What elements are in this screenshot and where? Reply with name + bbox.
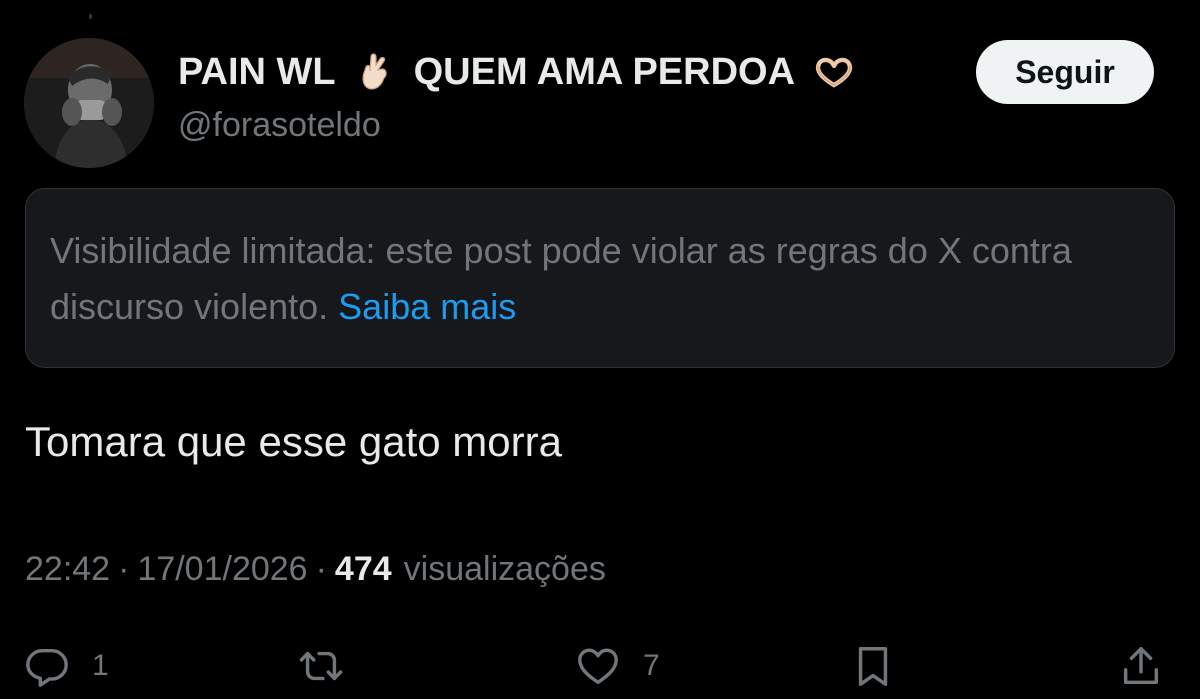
share-icon <box>1123 647 1159 685</box>
display-name-part-1: PAIN WL <box>178 50 336 93</box>
learn-more-link[interactable]: Saiba mais <box>338 286 516 327</box>
tweet-date[interactable]: 17/01/2026 <box>137 550 307 589</box>
meta-separator: · <box>315 550 327 588</box>
tweet-detail-page: PAIN WL QUEM AMA PERDOA @forasoteldo Seg… <box>0 0 1200 699</box>
like-count: 7 <box>643 649 660 682</box>
retweet-icon <box>299 651 343 681</box>
avatar[interactable] <box>24 38 154 168</box>
views-label: visualizações <box>403 550 606 588</box>
top-divider-mark <box>89 14 92 19</box>
author-handle[interactable]: @forasoteldo <box>178 106 381 145</box>
heart-hands-icon <box>813 51 855 93</box>
tweet-time[interactable]: 22:42 <box>25 550 110 589</box>
reply-count: 1 <box>92 649 109 682</box>
avatar-image <box>24 38 154 168</box>
reply-icon <box>26 648 68 687</box>
meta-separator: · <box>118 550 130 588</box>
action-bar: 1 7 <box>0 636 1200 696</box>
follow-button[interactable]: Seguir <box>976 40 1154 104</box>
retweet-button[interactable] <box>298 636 366 696</box>
share-button[interactable] <box>1118 636 1164 696</box>
reply-button[interactable]: 1 <box>24 636 109 696</box>
display-name-part-2: QUEM AMA PERDOA <box>413 50 796 93</box>
limited-visibility-notice: Visibilidade limitada: este post pode vi… <box>25 188 1175 368</box>
author-display-name[interactable]: PAIN WL QUEM AMA PERDOA <box>178 48 855 96</box>
tweet-text: Tomara que esse gato morra <box>25 418 562 465</box>
crossed-fingers-icon <box>354 51 396 93</box>
like-icon <box>578 648 618 685</box>
tweet-metadata: 22:42 · 17/01/2026 · 474 visualizações <box>25 550 606 589</box>
like-button[interactable]: 7 <box>575 636 660 696</box>
views-count: 474 <box>334 550 392 588</box>
bookmark-icon <box>858 647 888 686</box>
bookmark-button[interactable] <box>850 636 896 696</box>
notice-text: Visibilidade limitada: este post pode vi… <box>50 230 1072 327</box>
